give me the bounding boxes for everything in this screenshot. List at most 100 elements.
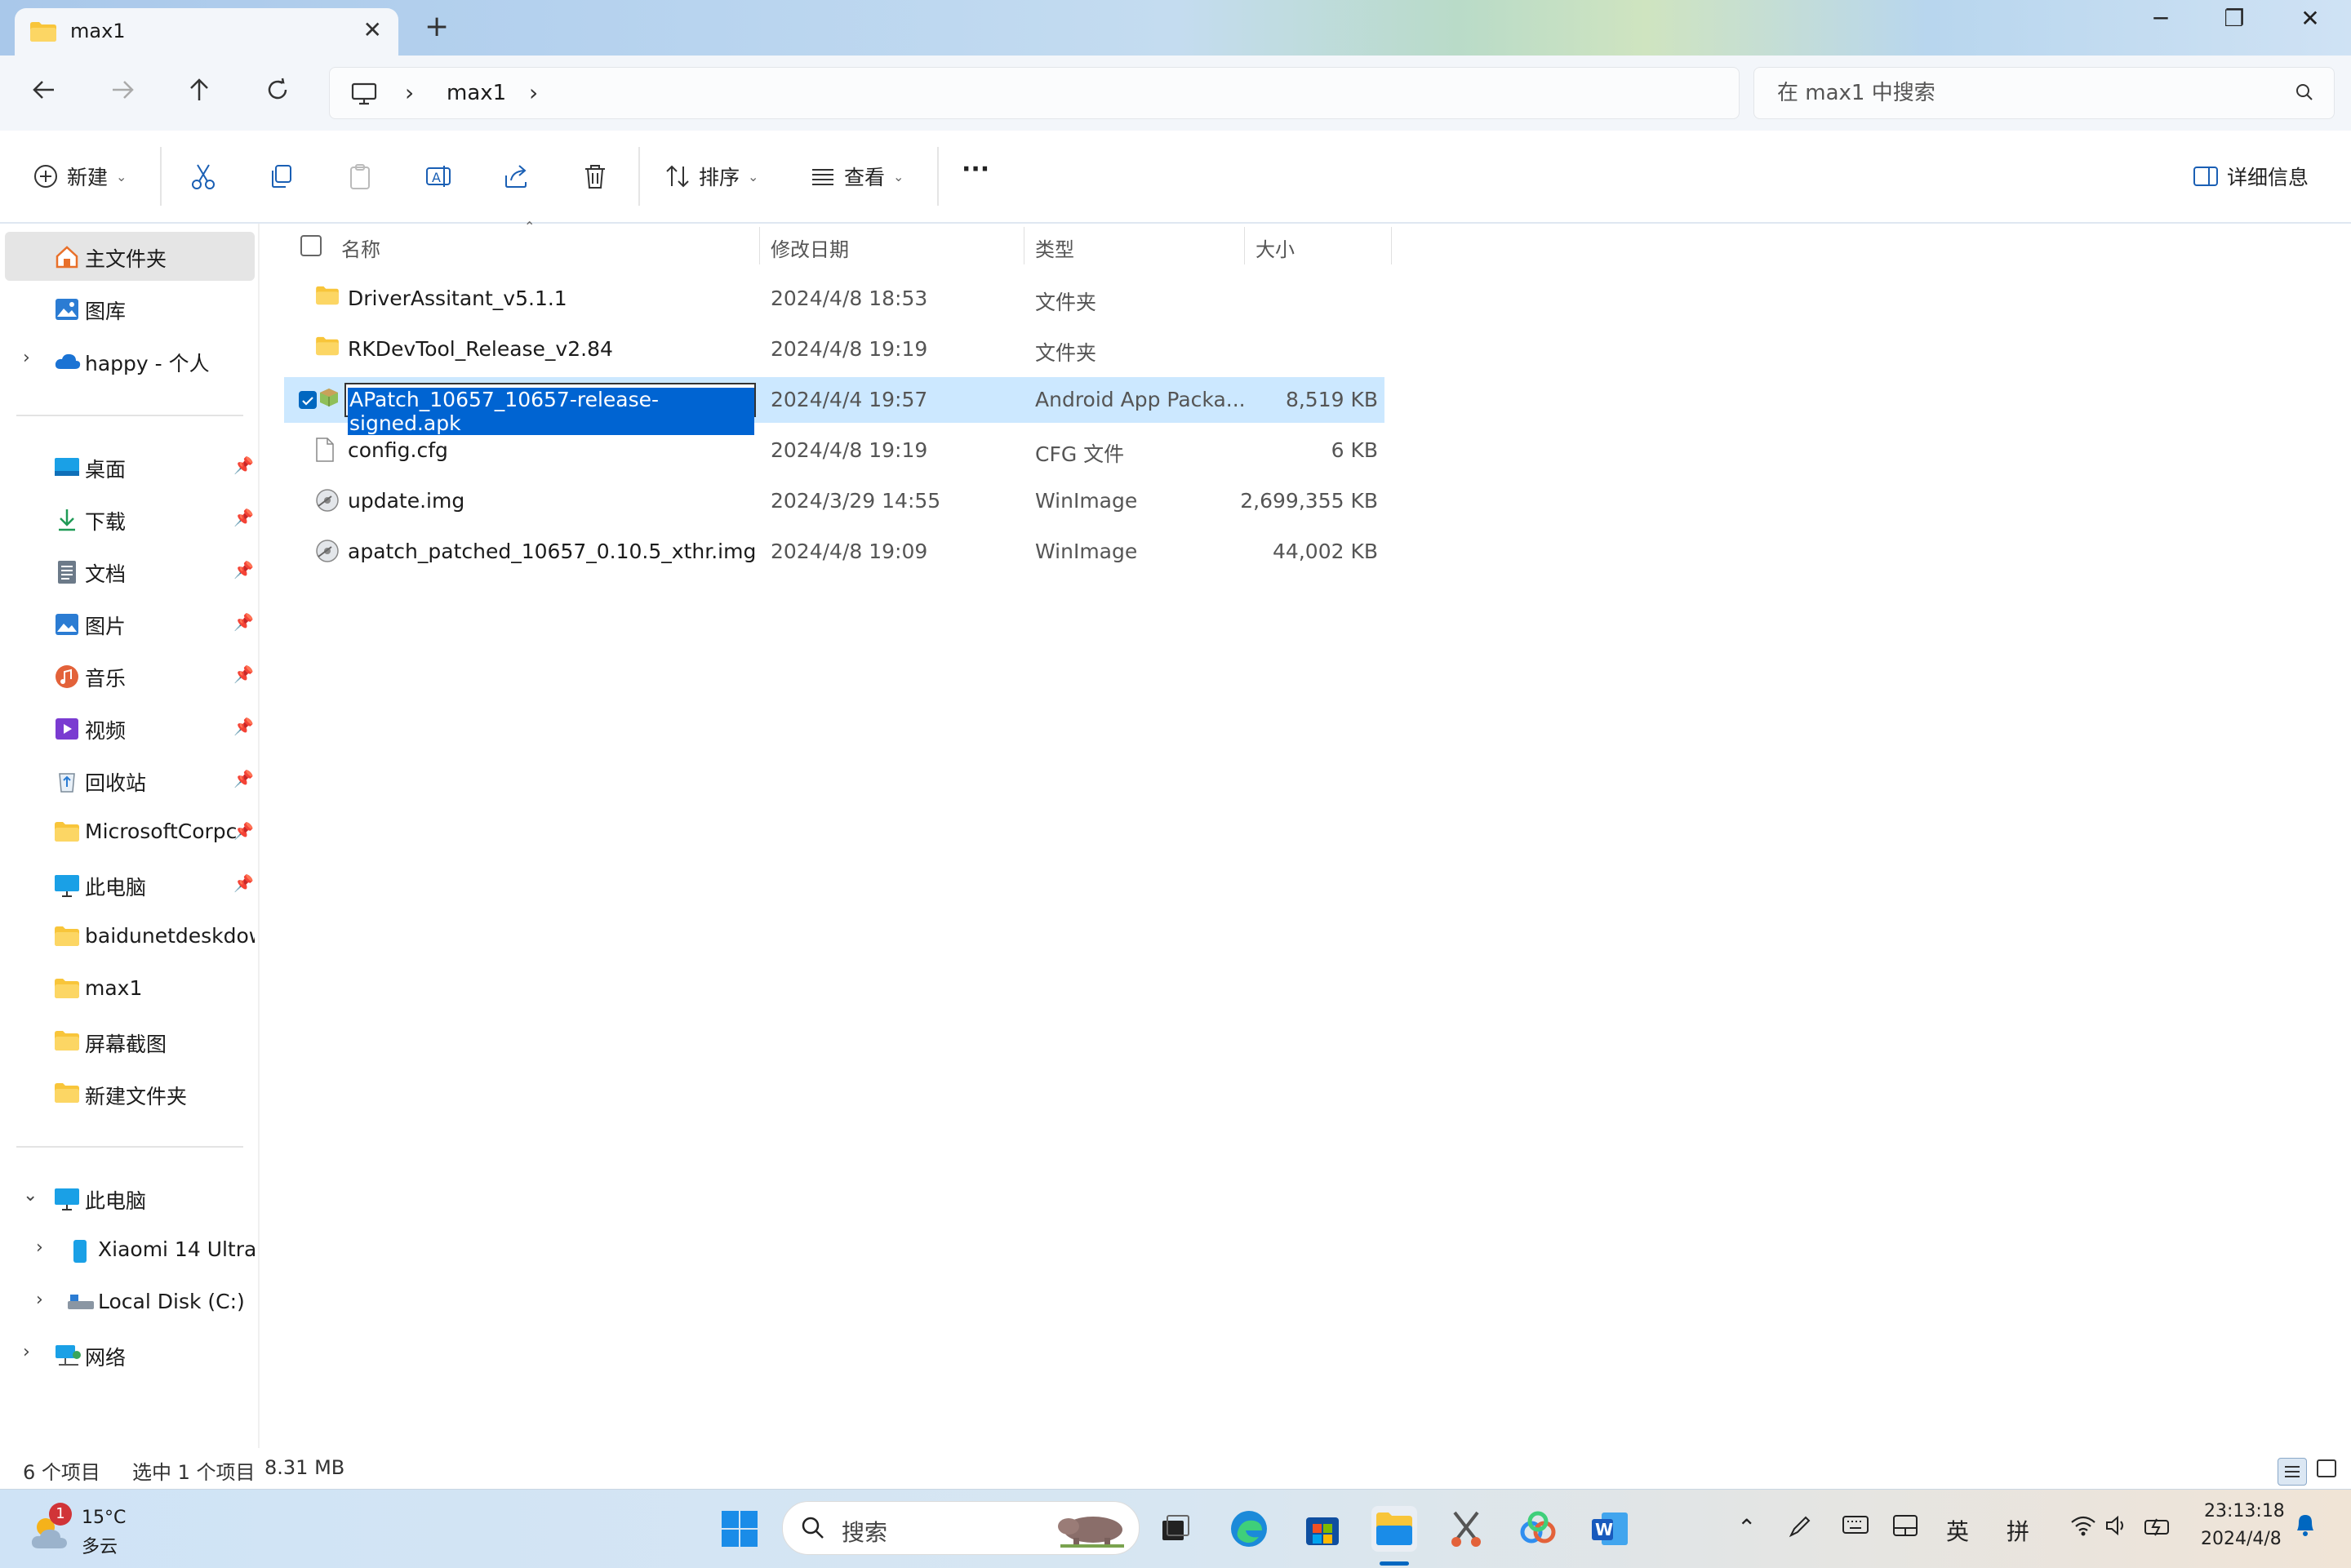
file-row[interactable]: apatch_patched_10657_0.10.5_xthr.img 202… <box>284 529 1384 575</box>
notification-bell-icon[interactable] <box>2294 1511 2317 1543</box>
file-row[interactable]: DriverAssitant_v5.1.1 2024/4/8 18:53 文件夹 <box>284 276 1384 322</box>
file-explorer-icon[interactable] <box>1371 1506 1417 1552</box>
touchpad-icon[interactable] <box>1892 1514 1918 1543</box>
sidebar-item-network[interactable]: › 网络 <box>5 1330 255 1379</box>
chevron-right-icon[interactable]: › <box>529 79 538 106</box>
close-window-button[interactable]: ✕ <box>2286 5 2335 32</box>
chevron-right-icon[interactable]: › <box>36 1290 43 1310</box>
column-size[interactable]: 大小 <box>1255 233 1295 262</box>
wifi-icon[interactable] <box>2070 1514 2096 1543</box>
taskbar-search[interactable]: 搜索 <box>782 1501 1140 1555</box>
sidebar-item-new-folder[interactable]: 新建文件夹 <box>5 1069 255 1118</box>
sidebar-item-home[interactable]: 主文件夹 <box>5 232 255 281</box>
sidebar-item-recycle-bin[interactable]: 回收站 📌 <box>5 756 255 805</box>
column-separator[interactable] <box>1391 227 1392 264</box>
column-name[interactable]: 名称 <box>341 233 380 262</box>
tiles-view-toggle[interactable] <box>2315 1458 2338 1486</box>
up-button[interactable] <box>186 77 212 109</box>
weather-widget[interactable]: 1 15°C 多云 <box>24 1501 155 1558</box>
column-type[interactable]: 类型 <box>1035 233 1074 262</box>
column-separator[interactable] <box>759 227 760 264</box>
refresh-button[interactable] <box>264 77 291 109</box>
address-bar[interactable]: › max1 › <box>329 67 1740 119</box>
chevron-right-icon[interactable]: › <box>36 1237 43 1258</box>
ime-mode[interactable]: 拼 <box>2007 1514 2029 1547</box>
minimize-button[interactable]: ─ <box>2136 5 2185 32</box>
row-checkbox-checked[interactable] <box>299 391 317 409</box>
delete-button[interactable] <box>579 160 611 193</box>
file-row[interactable]: RKDevTool_Release_v2.84 2024/4/8 19:19 文… <box>284 326 1384 372</box>
pin-icon[interactable]: 📌 <box>233 508 254 527</box>
cut-button[interactable] <box>187 160 220 193</box>
new-tab-button[interactable]: + <box>424 10 449 43</box>
rename-input[interactable]: APatch_10657_10657-release-signed.apk <box>344 383 756 435</box>
keyboard-icon[interactable] <box>1842 1514 1869 1541</box>
battery-charging-icon[interactable] <box>2144 1514 2175 1543</box>
baidu-netdisk-icon[interactable] <box>1515 1506 1561 1552</box>
search-box[interactable] <box>1753 67 2335 119</box>
pin-icon[interactable]: 📌 <box>233 821 254 841</box>
sidebar-item-this-pc-pinned[interactable]: 此电脑 📌 <box>5 860 255 909</box>
back-button[interactable] <box>31 77 57 109</box>
pin-icon[interactable]: 📌 <box>233 769 254 788</box>
ime-language[interactable]: 英 <box>1946 1514 1969 1547</box>
pin-icon[interactable]: 📌 <box>233 873 254 893</box>
details-pane-button[interactable]: 详细信息 <box>2193 162 2309 191</box>
edge-browser-icon[interactable] <box>1226 1506 1272 1552</box>
more-options-button[interactable]: ··· <box>962 155 989 184</box>
chevron-right-icon[interactable]: › <box>405 79 414 106</box>
sidebar-item-microsoftcorp[interactable]: MicrosoftCorpc 📌 <box>5 808 255 857</box>
file-row[interactable]: update.img 2024/3/29 14:55 WinImage 2,69… <box>284 478 1384 524</box>
chevron-down-icon[interactable]: ⌄ <box>23 1185 38 1206</box>
clock-time[interactable]: 23:13:18 <box>2204 1501 2285 1521</box>
sidebar-item-screenshots[interactable]: 屏幕截图 <box>5 1017 255 1066</box>
paste-button[interactable] <box>344 160 376 193</box>
sidebar-item-local-disk[interactable]: › Local Disk (C:) <box>5 1278 255 1327</box>
microsoft-store-icon[interactable] <box>1300 1506 1345 1552</box>
share-button[interactable] <box>500 160 533 193</box>
details-view-toggle[interactable] <box>2278 1458 2307 1486</box>
search-input[interactable] <box>1775 78 2269 109</box>
view-button[interactable]: 查看 ⌄ <box>810 162 904 191</box>
file-row-selected[interactable]: APatch_10657_10657-release-signed.apk 20… <box>284 377 1384 435</box>
sidebar-item-baidunetdisk[interactable]: baidunetdeskdow <box>5 913 255 962</box>
start-button[interactable] <box>717 1506 762 1552</box>
file-row[interactable]: config.cfg 2024/4/8 19:19 CFG 文件 6 KB <box>284 428 1384 473</box>
sidebar-item-videos[interactable]: 视频 📌 <box>5 704 255 753</box>
select-all-checkbox[interactable] <box>300 235 322 256</box>
chevron-right-icon[interactable]: › <box>23 348 30 368</box>
sidebar-item-documents[interactable]: 文档 📌 <box>5 547 255 596</box>
search-icon[interactable] <box>2295 82 2314 105</box>
pin-icon[interactable]: 📌 <box>233 612 254 632</box>
sort-button[interactable]: 排序 ⌄ <box>664 162 758 191</box>
column-date[interactable]: 修改日期 <box>771 233 849 262</box>
sidebar-item-music[interactable]: 音乐 📌 <box>5 651 255 700</box>
sidebar-item-gallery[interactable]: 图库 <box>5 284 255 333</box>
column-separator[interactable] <box>1244 227 1245 264</box>
sidebar-item-pictures[interactable]: 图片 📌 <box>5 599 255 648</box>
word-icon[interactable]: W <box>1587 1506 1633 1552</box>
show-hidden-icons-chevron-up-icon[interactable]: ⌃ <box>1737 1514 1756 1541</box>
pen-icon[interactable] <box>1788 1514 1812 1544</box>
task-view-icon[interactable] <box>1153 1506 1198 1552</box>
close-tab-button[interactable]: ✕ <box>363 16 382 43</box>
breadcrumb-max1[interactable]: max1 <box>447 81 506 105</box>
pin-icon[interactable]: 📌 <box>233 717 254 736</box>
sidebar-item-desktop[interactable]: 桌面 📌 <box>5 442 255 491</box>
pin-icon[interactable]: 📌 <box>233 664 254 684</box>
clock-date[interactable]: 2024/4/8 <box>2201 1529 2282 1549</box>
rename-button[interactable]: A <box>422 160 455 193</box>
chevron-right-icon[interactable]: › <box>23 1342 30 1362</box>
snipping-tool-icon[interactable] <box>1443 1506 1489 1552</box>
sidebar-item-max1[interactable]: max1 <box>5 965 255 1014</box>
tab-max1[interactable]: max1 ✕ <box>15 8 398 56</box>
sidebar-item-this-pc[interactable]: ⌄ 此电脑 <box>5 1174 255 1223</box>
copy-button[interactable] <box>265 160 298 193</box>
sidebar-item-downloads[interactable]: 下载 📌 <box>5 495 255 544</box>
sidebar-item-xiaomi-phone[interactable]: › Xiaomi 14 Ultra <box>5 1226 255 1275</box>
pin-icon[interactable]: 📌 <box>233 560 254 580</box>
pin-icon[interactable]: 📌 <box>233 455 254 475</box>
sidebar-item-onedrive[interactable]: › happy - 个人 <box>5 336 255 385</box>
forward-button[interactable] <box>109 77 136 109</box>
volume-icon[interactable] <box>2104 1514 2129 1543</box>
